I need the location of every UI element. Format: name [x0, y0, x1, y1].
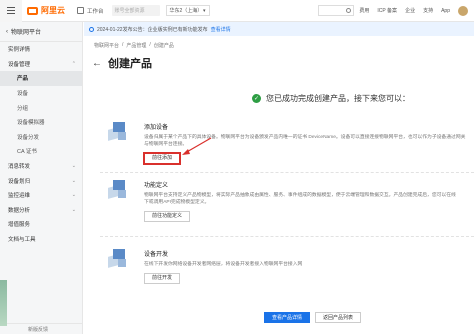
breadcrumb: 物联网平台 / 产品管理 / 创建产品: [94, 42, 174, 49]
add-device-button[interactable]: 前往添加: [142, 152, 182, 166]
page-header: ← 创建产品: [92, 55, 152, 71]
sidebar-item[interactable]: 文档与工具: [0, 232, 82, 247]
divider: [100, 236, 474, 237]
sidebar-item[interactable]: 监控运维 ⌄: [0, 188, 82, 203]
device-cube-icon: [108, 122, 128, 142]
divider: [100, 172, 474, 173]
search-icon: [346, 8, 352, 13]
announcement-text: 2024-01-22发布公告：企业版实例已有新功能发布: [97, 26, 208, 33]
step-desc-line: 设备归属于某个产品下的具体设备。物联网平台为设备颁发产品内唯一的证书 Devic…: [144, 135, 466, 140]
nav-icp[interactable]: ICP 备案: [377, 7, 397, 14]
success-text: 您已成功完成创建产品，接下来您可以：: [266, 94, 410, 103]
sidebar-item-label: 分组: [17, 105, 29, 112]
chevron-down-icon: ▾: [203, 7, 206, 14]
view-product-details-button[interactable]: 查看产品详情: [264, 312, 311, 323]
sidebar-item-label: 设备划归: [8, 178, 31, 185]
feedback-tab[interactable]: [0, 280, 7, 326]
avatar[interactable]: [458, 5, 468, 16]
sidebar-item-label: 文档与工具: [8, 237, 36, 244]
menu-icon[interactable]: [0, 0, 22, 22]
global-search[interactable]: [318, 5, 355, 16]
sidebar-item[interactable]: 分组: [0, 100, 82, 115]
step-title: 功能定义: [144, 183, 169, 189]
sidebar-item[interactable]: CA 证书: [0, 144, 82, 159]
feature-cube-icon: [108, 180, 128, 200]
sidebar-item-label: 设备模拟器: [17, 120, 45, 127]
sidebar-item[interactable]: 增值服务: [0, 217, 82, 232]
region-selector[interactable]: 华东2（上海） ▾: [165, 5, 210, 16]
sidebar-item[interactable]: 设备管理 ⌃: [0, 57, 82, 72]
step-desc-line: 下或调用API完成物模型定义。: [144, 200, 210, 206]
step-title: 添加设备: [144, 125, 169, 131]
sidebar-item[interactable]: 设备模拟器: [0, 115, 82, 130]
chevron-up-icon: ⌃: [71, 60, 76, 67]
sidebar-item-label: 数据分析: [8, 207, 31, 214]
nav-enterprise[interactable]: 企业: [405, 7, 415, 14]
sidebar-item[interactable]: 设备: [0, 86, 82, 101]
sidebar-item[interactable]: 消息转发 ⌄: [0, 159, 82, 174]
chevron-down-icon: ⌄: [71, 192, 76, 199]
sidebar-item-label: 实例详情: [8, 47, 31, 54]
step-desc-line: 物联网平台支持定义产品物模型，将实际产品抽象成由属性、服务、事件组成的数据模型，…: [144, 193, 456, 198]
development-cube-icon: [108, 249, 128, 269]
sidebar-item-label: 设备: [17, 91, 29, 98]
breadcrumb-item[interactable]: 物联网平台: [94, 42, 119, 49]
chevron-down-icon: ⌄: [71, 206, 76, 213]
sidebar: ‹ 物联网平台 实例详情设备管理 ⌃ 产品设备分组设备模拟器设备分发 CA 证书消息转…: [0, 22, 83, 334]
breadcrumb-item: 创建产品: [153, 43, 174, 49]
sidebar-item[interactable]: 产品: [0, 71, 82, 86]
page-title: 创建产品: [108, 58, 152, 70]
back-arrow-icon[interactable]: ←: [92, 58, 102, 69]
sidebar-item-label: 产品: [17, 76, 29, 83]
sidebar-item[interactable]: 设备分发: [0, 130, 82, 145]
sidebar-item-label: 设备管理: [8, 61, 31, 68]
sidebar-item[interactable]: 设备划归 ⌄: [0, 173, 82, 188]
go-develop-button[interactable]: 前往开发: [144, 273, 181, 285]
sidebar-item-label: 监控运维: [8, 193, 31, 200]
back-to-product-list-button[interactable]: 返回产品列表: [315, 312, 362, 323]
back-arrow-icon: ‹: [6, 28, 8, 35]
footer-actions: 查看产品详情 返回产品列表: [264, 312, 362, 323]
sidebar-title-label: 物联网平台: [11, 30, 42, 36]
check-circle-icon: ✓: [252, 94, 261, 103]
announcement-bar: 2024-01-22发布公告：企业版实例已有新功能发布 查看详情: [84, 22, 474, 36]
step-desc-line: 与物联网平台连接。: [144, 142, 188, 148]
sidebar-item-label: 增值服务: [8, 222, 31, 229]
nav-cost[interactable]: 费用: [359, 7, 369, 14]
workspace-label: 工作台: [87, 8, 104, 15]
success-message: ✓ 您已成功完成创建产品，接下来您可以：: [252, 93, 410, 104]
sidebar-item-label: CA 证书: [17, 149, 37, 156]
sidebar-item[interactable]: 数据分析 ⌄: [0, 203, 82, 218]
region-label: 华东2（上海）: [169, 8, 203, 14]
sidebar-item-label: 消息转发: [8, 164, 31, 171]
step-title: 设备开发: [144, 252, 169, 258]
chevron-down-icon: ⌄: [71, 177, 76, 184]
breadcrumb-item[interactable]: 产品管理: [126, 42, 146, 49]
info-icon: [89, 26, 94, 32]
sidebar-footer[interactable]: 新版反馈: [0, 323, 83, 334]
sidebar-item[interactable]: 实例详情: [0, 42, 82, 57]
announcement-link[interactable]: 查看详情: [211, 26, 231, 33]
logo-text: 阿里云: [41, 6, 65, 15]
chevron-down-icon: ⌄: [71, 163, 76, 170]
define-features-button[interactable]: 前往功能定义: [144, 211, 191, 223]
top-nav: 费用 ICP 备案 企业 支持 App: [359, 5, 468, 16]
home-icon: [77, 7, 84, 14]
logo[interactable]: 阿里云: [27, 5, 65, 16]
sidebar-title[interactable]: ‹ 物联网平台: [0, 22, 82, 42]
nav-app[interactable]: App: [441, 8, 450, 14]
resource-search[interactable]: 账号全部资源: [111, 5, 160, 16]
logo-mark-icon: [27, 6, 38, 15]
nav-support[interactable]: 支持: [423, 7, 433, 14]
workspace-link[interactable]: 工作台: [77, 7, 104, 15]
top-bar: 阿里云 工作台 账号全部资源 华东2（上海） ▾ 费用 ICP 备案 企业 支持…: [0, 0, 474, 22]
sidebar-item-label: 设备分发: [17, 134, 40, 141]
step-desc-line: 在线下开发你网络设备开发者网络层，将设备开发者接入物联网平台接入网: [144, 262, 303, 267]
